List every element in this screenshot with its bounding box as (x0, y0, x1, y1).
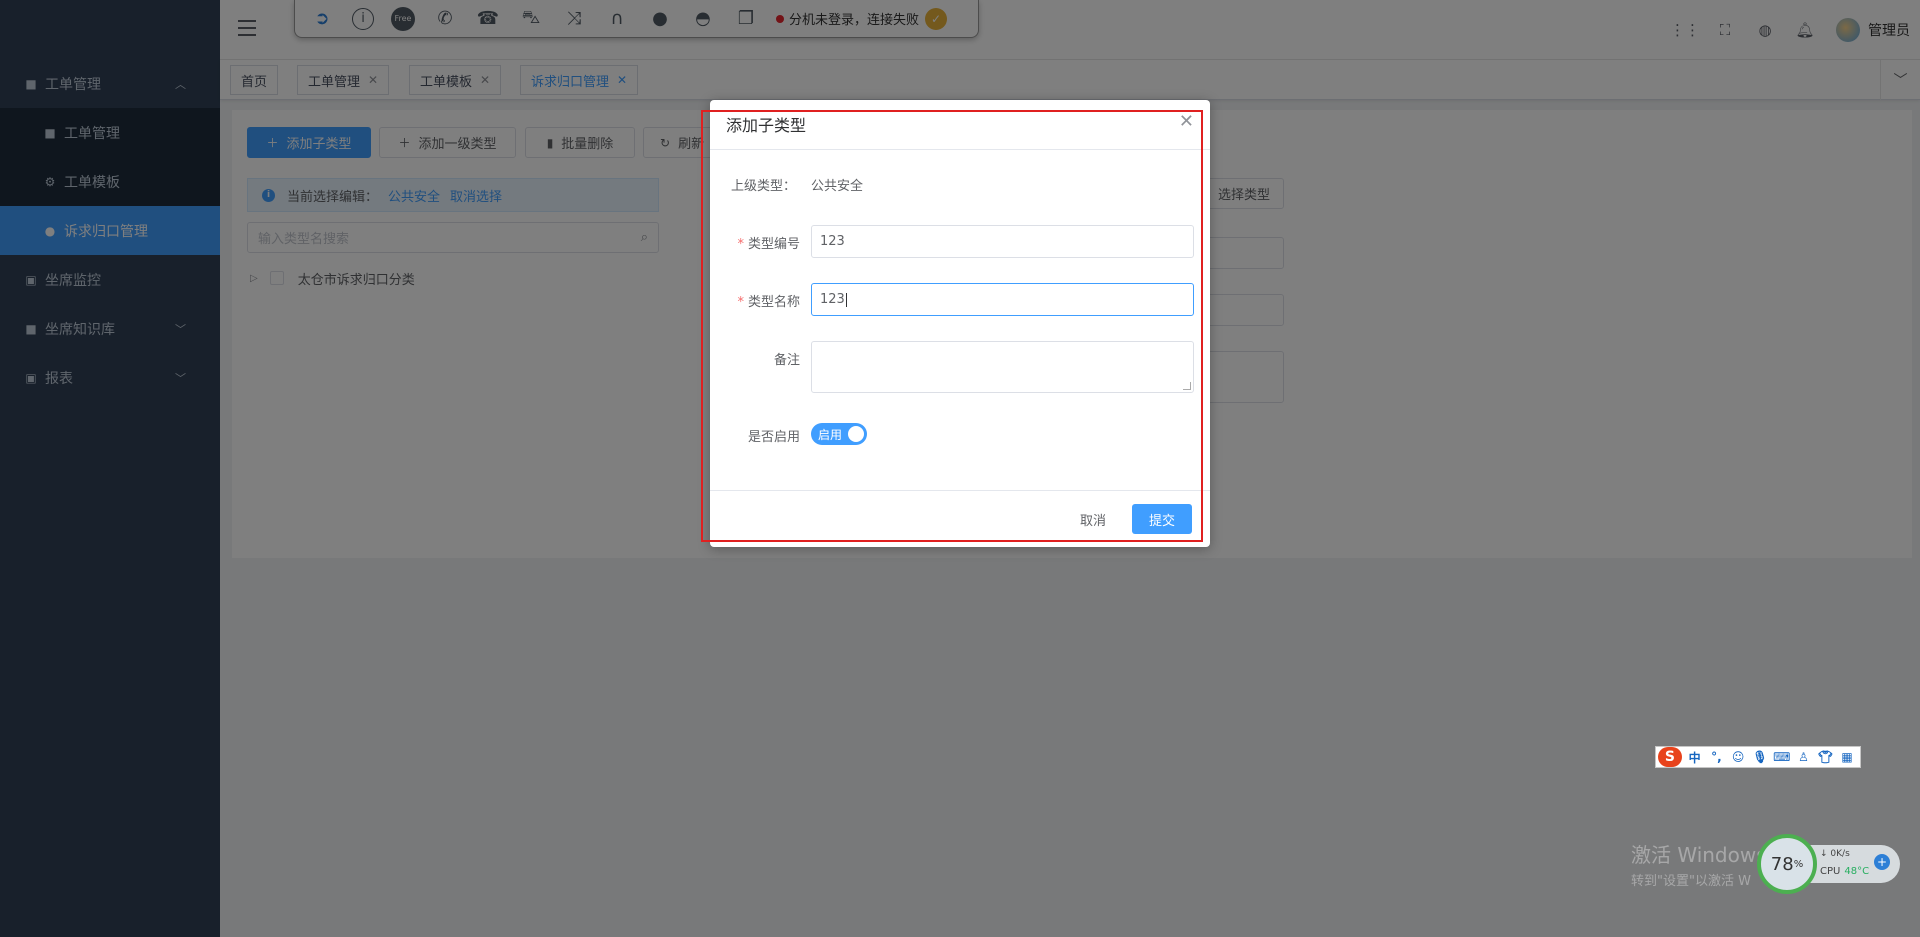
keyboard-icon[interactable]: ⌨ (1773, 748, 1791, 766)
label-text: 类型名称 (747, 295, 800, 310)
network-speed: ↓ 0K/s (1820, 849, 1850, 859)
enabled-switch[interactable]: 启用 (811, 423, 867, 445)
emoji-icon[interactable]: ☺ (1729, 748, 1747, 766)
input-value: 123 (820, 292, 845, 307)
input-value: 123 (820, 234, 845, 249)
label-text: 类型编号 (747, 237, 800, 252)
type-name-label: * 类型名称 (737, 295, 800, 310)
ime-toolbar: S 中 °, ☺ 🎙︎ ⌨ ♙ 👕︎ ▦ (1655, 746, 1861, 768)
cpu-temp: CPU 48°C (1820, 866, 1869, 877)
dialog-title: 添加子类型 (726, 116, 807, 135)
percent-unit: % (1793, 858, 1804, 870)
parent-type-label: 上级类型： (730, 179, 796, 194)
remark-textarea[interactable] (811, 341, 1194, 393)
ime-lang[interactable]: 中 (1686, 748, 1704, 766)
grid-icon[interactable]: ▦ (1838, 748, 1856, 766)
memory-ring[interactable]: 78% (1757, 834, 1817, 894)
memory-percent: 78 (1770, 853, 1794, 875)
watermark-line2: 转到"设置"以激活 W (1631, 874, 1751, 889)
ime-punct[interactable]: °, (1708, 748, 1726, 766)
add-child-type-dialog: 添加子类型 ✕ 上级类型： 公共安全 * 类型编号 123 * 类型名称 123 备… (710, 100, 1210, 547)
resize-grip-icon[interactable] (1183, 382, 1191, 390)
text-caret (845, 292, 847, 307)
cpu-label: CPU (1820, 866, 1841, 877)
windows-activation-watermark: 激活 Windows 转到"设置"以激活 W (1631, 839, 1767, 889)
type-code-input[interactable]: 123 (811, 225, 1194, 258)
submit-button[interactable]: 提交 (1132, 504, 1192, 534)
dialog-divider (710, 149, 1210, 150)
switch-label: 启用 (818, 427, 843, 442)
net-value: 0K/s (1830, 849, 1850, 859)
watermark-line1: 激活 Windows (1631, 843, 1767, 867)
cancel-button[interactable]: 取消 (1072, 504, 1114, 534)
enabled-label: 是否启用 (747, 430, 800, 445)
close-icon[interactable]: ✕ (1179, 113, 1194, 131)
user-icon[interactable]: ♙ (1795, 748, 1813, 766)
plus-icon[interactable]: + (1874, 854, 1890, 870)
type-name-input[interactable]: 123 (811, 283, 1194, 316)
type-code-label: * 类型编号 (737, 237, 800, 252)
sogou-logo-icon[interactable]: S (1658, 747, 1682, 767)
dialog-footer-divider (710, 490, 1210, 491)
mic-icon[interactable]: 🎙︎ (1751, 748, 1769, 766)
remark-label: 备注 (773, 353, 800, 368)
shirt-icon[interactable]: 👕︎ (1816, 748, 1834, 766)
switch-knob (848, 426, 864, 442)
parent-type-value: 公共安全 (811, 179, 864, 194)
cpu-temp-value: 48°C (1844, 866, 1870, 877)
